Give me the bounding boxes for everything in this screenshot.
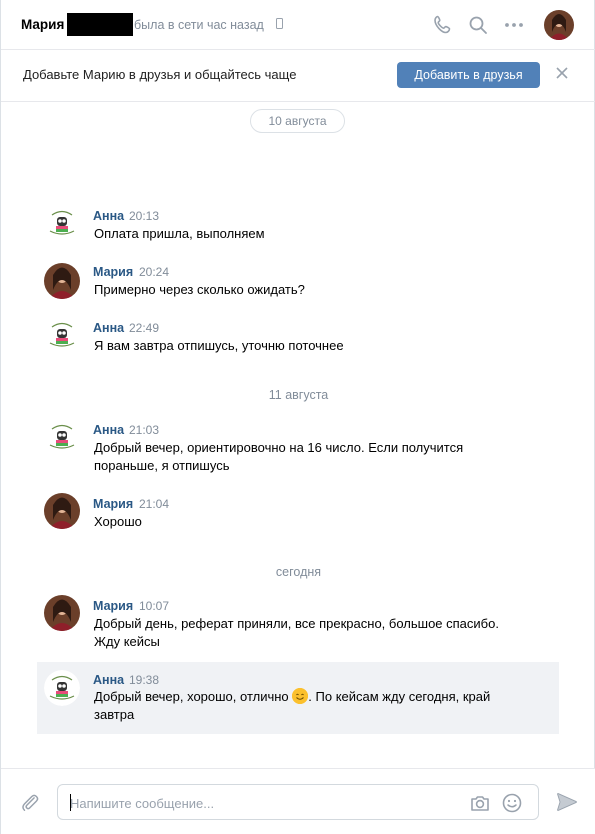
contact-name[interactable]: Мария [21,17,64,32]
message-item: Мария 21:04 Хорошо [37,491,559,537]
add-friend-text: Добавьте Марию в друзья и общайтесь чаще [23,67,297,82]
message-text: Добрый вечер, хорошо, отлично . По кейса… [94,688,534,724]
message-author[interactable]: Анна [93,423,124,437]
avatar[interactable] [44,419,80,455]
mobile-icon [276,18,283,29]
message-input-box[interactable] [57,784,539,820]
phone-icon[interactable] [431,13,455,37]
send-icon[interactable] [556,791,578,813]
message-item-highlighted[interactable]: Анна 19:38 Добрый вечер, хорошо, отлично… [37,662,559,734]
message-item: Мария 20:24 Примерно через сколько ожида… [37,259,559,305]
date-separator: сегодня [275,565,322,579]
message-item: Анна 22:49 Я вам завтра отпишусь, уточню… [37,315,559,361]
avatar[interactable] [44,493,80,529]
message-text: Примерно через сколько ожидать? [94,282,305,297]
close-icon[interactable] [555,66,569,80]
date-separator: 11 августа [268,388,329,402]
message-time: 22:49 [129,321,160,335]
avatar[interactable] [44,317,80,353]
message-time: 21:04 [139,497,170,511]
chat-header: Мария была в сети час назад [1,0,595,50]
emoji-icon[interactable] [501,792,523,814]
search-icon[interactable] [466,13,490,37]
message-time: 10:07 [139,599,170,613]
online-status: была в сети час назад [134,18,264,32]
message-author[interactable]: Мария [93,599,133,613]
message-text: Хорошо [94,514,142,529]
message-item: Анна 21:03 Добрый вечер, ориентировочно … [37,417,559,479]
message-fragment: Добрый вечер, хорошо, отлично [94,689,293,704]
message-text: Добрый вечер, ориентировочно на 16 число… [94,439,534,475]
message-author[interactable]: Анна [93,673,124,687]
add-friend-button[interactable]: Добавить в друзья [397,62,540,88]
message-item: Мария 10:07 Добрый день, реферат приняли… [37,593,559,655]
attach-icon[interactable] [19,791,41,813]
message-text: Я вам завтра отпишусь, уточню поточнее [94,338,344,353]
avatar[interactable] [44,263,80,299]
message-time: 20:24 [139,265,170,279]
smiling-face-emoji-icon [292,688,309,704]
message-composer [1,768,595,834]
chat-window: Мария была в сети час назад Добавьте Мар… [0,0,595,834]
message-time: 20:13 [129,209,160,223]
avatar[interactable] [44,205,80,241]
message-line: Жду кейсы [94,634,160,649]
message-time: 21:03 [129,423,160,437]
message-author[interactable]: Мария [93,497,133,511]
redacted-surname [67,13,133,36]
message-fragment: . По кейсам жду сегодня, край [308,689,491,704]
message-author[interactable]: Анна [93,321,124,335]
message-text: Оплата пришла, выполняем [94,226,265,241]
camera-icon[interactable] [469,792,491,814]
message-line: Добрый вечер, хорошо, отлично . По кейса… [94,688,534,706]
message-text: Добрый день, реферат приняли, все прекра… [94,615,534,651]
message-line: пораньше, я отпишусь [94,458,230,473]
add-friend-banner: Добавьте Марию в друзья и общайтесь чаще… [1,51,595,102]
message-item: Анна 20:13 Оплата пришла, выполняем [37,203,559,249]
message-line: Добрый вечер, ориентировочно на 16 число… [94,440,464,455]
message-line: Добрый день, реферат приняли, все прекра… [94,616,499,631]
message-line: завтра [94,707,135,722]
message-input[interactable] [70,793,450,813]
message-author[interactable]: Мария [93,265,133,279]
contact-avatar[interactable] [544,10,574,40]
date-pill: 10 августа [250,109,345,133]
more-icon[interactable] [502,13,526,37]
avatar[interactable] [44,670,80,706]
message-author[interactable]: Анна [93,209,124,223]
message-time: 19:38 [129,673,160,687]
avatar[interactable] [44,595,80,631]
